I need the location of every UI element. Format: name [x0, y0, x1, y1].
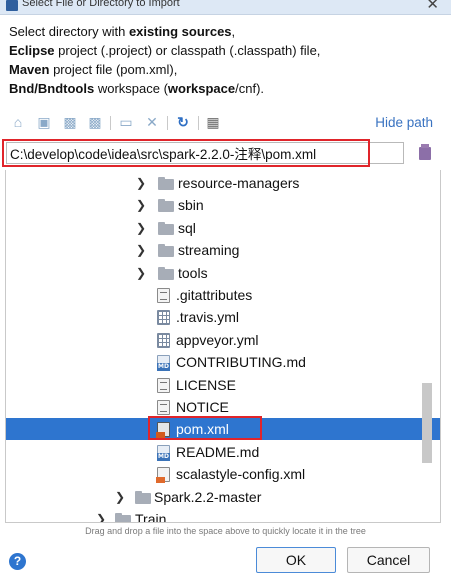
toolbar: ⌂ ▣ ▩ ▩ ▭ ✕ ↻ ▦ Hide path: [0, 113, 451, 135]
clipboard-board-shape: [419, 147, 431, 160]
yml-file-icon: [157, 310, 170, 326]
yml-file-icon: [157, 332, 170, 348]
ok-button[interactable]: OK: [256, 547, 336, 573]
tree-item-label: README.md: [176, 443, 260, 460]
tree-row[interactable]: ❯ Spark.2.2-master: [6, 486, 440, 508]
folder-icon: [158, 221, 174, 235]
markdown-file-icon: [157, 355, 170, 372]
paste-path-icon[interactable]: [419, 144, 431, 160]
tree-item-label: NOTICE: [176, 399, 229, 415]
path-row: [0, 139, 451, 169]
tree-item-label: Train: [135, 511, 167, 523]
chevron-right-icon[interactable]: ❯: [96, 508, 106, 522]
scrollbar-thumb[interactable]: [422, 383, 432, 463]
folder-icon: [158, 177, 174, 190]
tree-item-label: .travis.yml: [176, 309, 239, 326]
tree-row[interactable]: NOTICE: [6, 396, 440, 418]
chevron-right-icon[interactable]: ❯: [136, 194, 146, 216]
chevron-right-icon[interactable]: ❯: [136, 217, 146, 239]
tree-row[interactable]: ❯ sbin: [6, 194, 440, 216]
show-hidden-icon[interactable]: ▦: [205, 114, 221, 130]
dialog-footer: ? OK Cancel: [0, 543, 451, 580]
app-icon: [6, 0, 18, 11]
project-icon[interactable]: ▩: [62, 114, 78, 130]
folder-icon: [135, 490, 151, 504]
clipboard-clip-shape: [421, 144, 429, 148]
cancel-button[interactable]: Cancel: [347, 547, 430, 573]
refresh-icon[interactable]: ↻: [175, 114, 191, 130]
tree-item-label: sbin: [178, 197, 204, 214]
description-line-2: Eclipse project (.project) or classpath …: [9, 43, 321, 58]
tree-row-selected[interactable]: pom.xml: [6, 418, 440, 441]
hide-path-link[interactable]: Hide path: [375, 115, 433, 130]
tree-row[interactable]: ❯ Train: [6, 508, 440, 523]
chevron-right-icon[interactable]: ❯: [136, 172, 146, 194]
xml-file-icon: [156, 422, 170, 439]
chevron-right-icon[interactable]: ❯: [136, 239, 146, 261]
description-line-3: Maven project file (pom.xml),: [9, 62, 178, 77]
text-file-icon: [157, 377, 170, 393]
title-bar: Select File or Directory to Import ✕: [0, 0, 451, 15]
new-folder-icon[interactable]: ▭: [118, 114, 134, 130]
toolbar-separator: [110, 116, 111, 130]
tree-row[interactable]: README.md: [6, 441, 440, 463]
tree-item-label: CONTRIBUTING.md: [176, 354, 306, 371]
tree-row[interactable]: .travis.yml: [6, 306, 440, 328]
tree-item-label: sql: [178, 219, 196, 236]
home-icon[interactable]: ⌂: [10, 114, 26, 130]
folder-icon: [115, 513, 131, 522]
tree-row[interactable]: ❯ streaming: [6, 239, 440, 261]
tree-row[interactable]: .gitattributes: [6, 284, 440, 306]
desktop-icon[interactable]: ▣: [36, 114, 52, 130]
description-line-1: Select directory with existing sources,: [9, 24, 236, 39]
text-file-icon: [157, 288, 170, 303]
toolbar-separator: [167, 116, 168, 130]
folder-icon: [158, 266, 174, 280]
tree-row[interactable]: CONTRIBUTING.md: [6, 351, 440, 373]
tree-item-label: pom.xml: [176, 421, 229, 438]
window-title: Select File or Directory to Import: [22, 0, 180, 9]
tree-item-label: LICENSE: [176, 376, 236, 393]
xml-file-icon: [156, 467, 170, 484]
folder-icon: [158, 199, 174, 213]
chevron-right-icon[interactable]: ❯: [136, 262, 146, 284]
tree-item-label: tools: [178, 264, 208, 281]
tree-item-label: Spark.2.2-master: [154, 488, 262, 505]
description: Select directory with existing sources, …: [9, 22, 439, 98]
tree-item-label: appveyor.yml: [176, 331, 259, 348]
drag-drop-hint: Drag and drop a file into the space abov…: [85, 526, 366, 536]
tree-row[interactable]: ❯ resource-managers: [6, 172, 440, 194]
scrollbar-track[interactable]: [420, 172, 434, 521]
chevron-right-icon[interactable]: ❯: [115, 486, 125, 508]
toolbar-separator: [198, 116, 199, 130]
tree-row[interactable]: appveyor.yml: [6, 329, 440, 351]
path-input[interactable]: [6, 142, 404, 164]
tree-item-label: resource-managers: [178, 175, 300, 191]
tree-row[interactable]: ❯ sql: [6, 217, 440, 239]
module-icon[interactable]: ▩: [87, 114, 103, 130]
file-tree[interactable]: ❯ resource-managers ❯ sbin ❯ sql ❯ streaming ❯ to…: [5, 170, 441, 523]
tree-row[interactable]: scalastyle-config.xml: [6, 463, 440, 485]
tree-row[interactable]: ❯ tools: [6, 262, 440, 284]
text-file-icon: [157, 400, 170, 415]
tree-item-label: streaming: [178, 242, 240, 259]
description-line-4: Bnd/Bndtools workspace (workspace/cnf).: [9, 81, 265, 96]
folder-icon: [158, 244, 174, 258]
tree-item-label: .gitattributes: [176, 287, 253, 303]
markdown-file-icon: [157, 444, 170, 461]
delete-icon[interactable]: ✕: [144, 114, 160, 130]
close-icon[interactable]: ✕: [426, 0, 439, 13]
tree-item-label: scalastyle-config.xml: [176, 466, 306, 483]
tree-row[interactable]: LICENSE: [6, 374, 440, 396]
help-icon[interactable]: ?: [9, 553, 26, 570]
